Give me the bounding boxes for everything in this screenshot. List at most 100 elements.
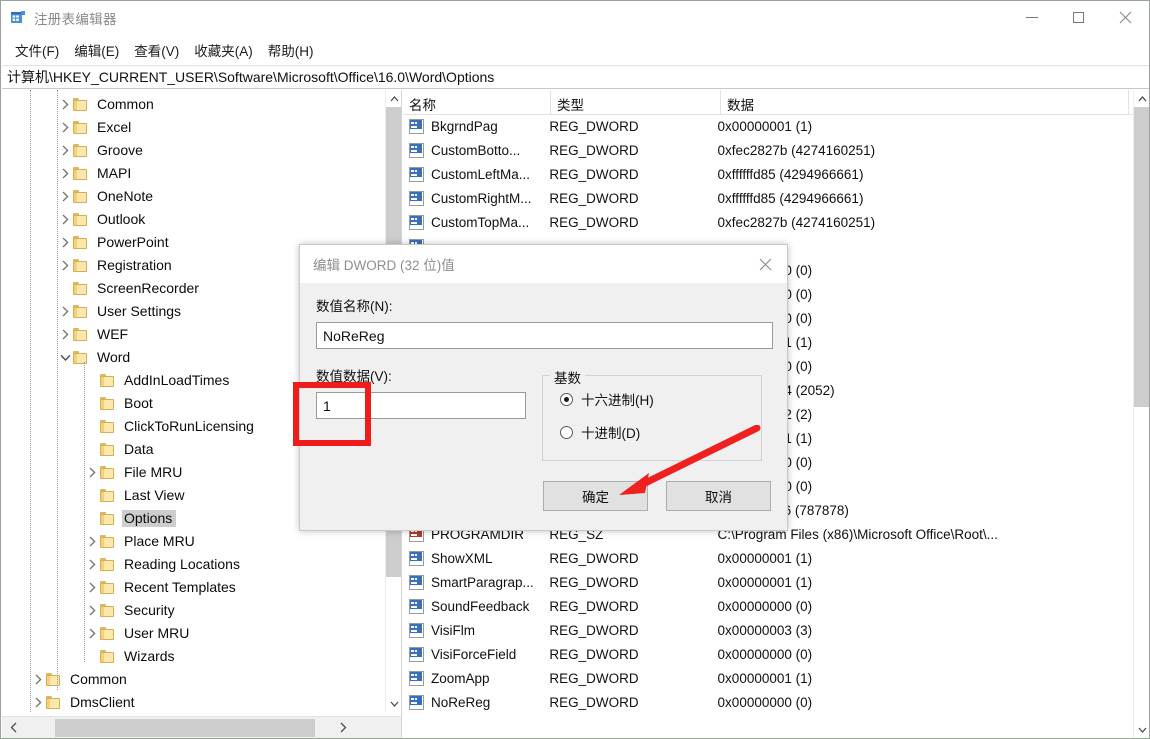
menu-view[interactable]: 查看(V) [127, 37, 187, 63]
tree-guide-stub [84, 645, 100, 668]
folder-icon [100, 649, 116, 664]
table-row[interactable]: SoundFeedback REG_DWORD 0x00000000 (0) [403, 595, 1133, 619]
table-row[interactable]: VisiFlm REG_DWORD 0x00000003 (3) [403, 619, 1133, 643]
window-title: 注册表编辑器 [34, 12, 117, 27]
radio-hexadecimal[interactable]: 十六进制(H) [560, 389, 761, 409]
dword-icon [409, 623, 426, 639]
radio-decimal[interactable]: 十进制(D) [560, 422, 761, 442]
tree-node-user-mru[interactable]: User MRU [2, 622, 401, 645]
table-row[interactable]: CustomBotto... REG_DWORD 0xfec2827b (42741… [403, 139, 1133, 163]
tree-node-common[interactable]: Common [2, 668, 401, 691]
value-data-cell: 0x00000001 (1) [717, 672, 813, 686]
chevron-right-icon[interactable] [84, 461, 100, 484]
column-header-type[interactable]: 类型 [551, 90, 721, 115]
close-button[interactable] [1102, 1, 1149, 34]
table-row[interactable]: CustomTopMa... REG_DWORD 0xfec2827b (42741… [403, 211, 1133, 235]
radio-hex-indicator[interactable] [560, 392, 573, 406]
chevron-right-icon[interactable] [30, 691, 46, 712]
menu-edit[interactable]: 编辑(E) [67, 37, 127, 63]
menu-favorites[interactable]: 收藏夹(A) [187, 37, 261, 63]
minimize-button[interactable] [1008, 1, 1055, 34]
tree-scroll-right-icon[interactable] [332, 717, 354, 739]
tree-node-common[interactable]: Common [2, 93, 401, 116]
tree-node-groove[interactable]: Groove [2, 139, 401, 162]
tree-node-onenote[interactable]: OneNote [2, 185, 401, 208]
value-data-input[interactable] [316, 392, 526, 419]
list-scroll-thumb[interactable] [1134, 107, 1149, 407]
menu-file[interactable]: 文件(F) [8, 37, 67, 63]
tree-node-label: Security [124, 602, 175, 618]
tree-node-reading-locations[interactable]: Reading Locations [2, 553, 401, 576]
maximize-button[interactable] [1055, 1, 1102, 34]
tree-node-outlook[interactable]: Outlook [2, 208, 401, 231]
value-name-cell: ZoomApp [403, 671, 549, 687]
dword-icon [409, 647, 426, 663]
table-row[interactable]: BkgrndPag REG_DWORD 0x00000001 (1) [403, 115, 1133, 139]
chevron-right-icon[interactable] [57, 231, 73, 254]
tree-node-excel[interactable]: Excel [2, 116, 401, 139]
table-row[interactable]: CustomLeftMa... REG_DWORD 0xffffffd85 (429… [403, 163, 1133, 187]
menu-help[interactable]: 帮助(H) [261, 37, 322, 63]
chevron-right-icon[interactable] [57, 116, 73, 139]
table-row[interactable]: ShowXML REG_DWORD 0x00000001 (1) [403, 547, 1133, 571]
table-row[interactable]: VisiForceField REG_DWORD 0x00000000 (0) [403, 643, 1133, 667]
table-row[interactable]: CustomRightM... REG_DWORD 0xffffffd85 (429… [403, 187, 1133, 211]
folder-icon [46, 672, 62, 687]
tree-node-dmsclient[interactable]: DmsClient [2, 691, 401, 712]
tree-scroll-up-icon[interactable] [386, 90, 401, 107]
tree-node-place-mru[interactable]: Place MRU [2, 530, 401, 553]
radio-dec-indicator[interactable] [560, 425, 573, 439]
ok-button[interactable]: 确定 [543, 481, 648, 511]
chevron-right-icon[interactable] [57, 185, 73, 208]
tree-node-security[interactable]: Security [2, 599, 401, 622]
value-type-cell: REG_DWORD [549, 144, 639, 158]
folder-icon [100, 442, 116, 457]
tree-node-mapi[interactable]: MAPI [2, 162, 401, 185]
chevron-right-icon[interactable] [57, 139, 73, 162]
address-bar[interactable]: 计算机\HKEY_CURRENT_USER\Software\Microsoft… [2, 65, 1149, 89]
chevron-right-icon[interactable] [57, 300, 73, 323]
chevron-right-icon[interactable] [84, 576, 100, 599]
chevron-right-icon[interactable] [57, 323, 73, 346]
tree-node-recent-templates[interactable]: Recent Templates [2, 576, 401, 599]
chevron-right-icon[interactable] [57, 254, 73, 277]
value-name-text: CustomLeftMa... [431, 168, 531, 182]
chevron-right-icon[interactable] [84, 530, 100, 553]
table-row[interactable]: ZoomApp REG_DWORD 0x00000001 (1) [403, 667, 1133, 691]
chevron-right-icon[interactable] [30, 668, 46, 691]
column-header-name[interactable]: 名称 [403, 90, 551, 115]
tree-hscroll-thumb[interactable] [55, 719, 315, 737]
tree-scroll-left-icon[interactable] [2, 717, 24, 739]
chevron-right-icon[interactable] [57, 93, 73, 116]
value-data-cell: 0x00000001 (1) [717, 552, 813, 566]
tree-node-wizards[interactable]: Wizards [2, 645, 401, 668]
chevron-right-icon[interactable] [84, 622, 100, 645]
list-vertical-scrollbar[interactable] [1133, 90, 1149, 738]
value-name-cell: CustomBotto... [403, 143, 549, 159]
tree-node-label: Boot [124, 395, 153, 411]
folder-icon [73, 120, 89, 135]
value-type-cell: REG_DWORD [549, 552, 639, 566]
dword-icon [409, 143, 426, 159]
chevron-right-icon[interactable] [57, 208, 73, 231]
title-bar: 注册表编辑器 [1, 1, 1149, 35]
chevron-right-icon[interactable] [84, 599, 100, 622]
cancel-button[interactable]: 取消 [666, 481, 771, 511]
table-row[interactable]: NoReReg REG_DWORD 0x00000000 (0) [403, 691, 1133, 715]
dialog-middle-row: 数值数据(V): 基数 十六进制(H) 十进制(D) [316, 365, 771, 461]
list-scroll-down-icon[interactable] [1134, 721, 1149, 738]
table-row[interactable]: SmartParagrap... REG_DWORD 0x00000001 (1) [403, 571, 1133, 595]
chevron-right-icon[interactable] [84, 553, 100, 576]
chevron-down-icon[interactable] [57, 346, 73, 369]
tree-scroll-down-icon[interactable] [386, 695, 401, 712]
value-name-input[interactable] [316, 322, 773, 349]
tree-guide-stub [57, 277, 73, 300]
tree-node-label: Data [124, 441, 154, 457]
list-scroll-up-icon[interactable] [1134, 90, 1149, 107]
value-type-cell: REG_DWORD [549, 216, 639, 230]
chevron-right-icon[interactable] [57, 162, 73, 185]
value-data-cell: 0x00000003 (3) [717, 624, 813, 638]
column-header-data[interactable]: 数据 [721, 90, 1129, 115]
dialog-close-icon[interactable] [743, 246, 787, 283]
tree-horizontal-scrollbar[interactable] [2, 716, 401, 739]
